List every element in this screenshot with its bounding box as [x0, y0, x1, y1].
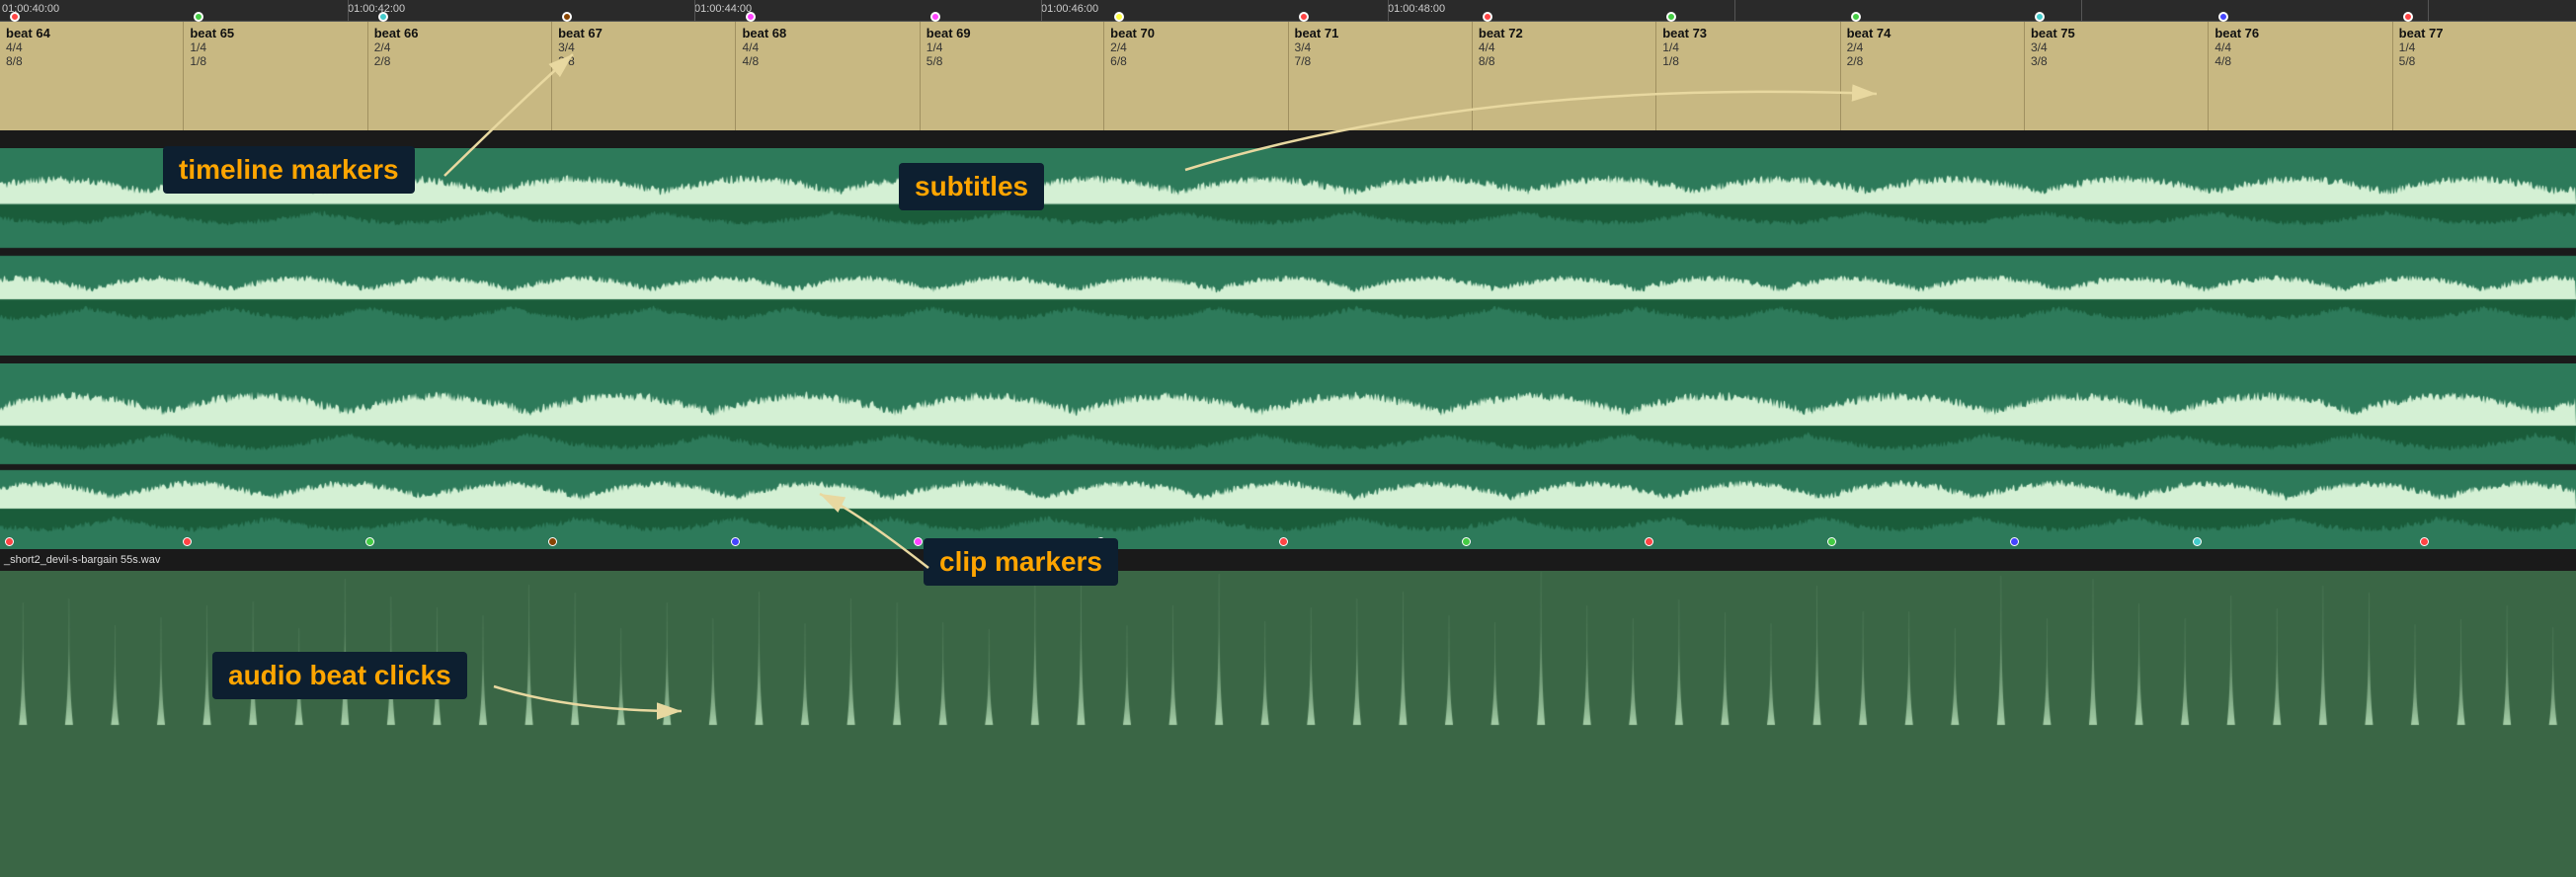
marker-dot — [1483, 12, 1492, 22]
clip-marker-dot-1 — [5, 537, 14, 546]
beat-f1: 1/4 — [2399, 40, 2570, 54]
marker-dot — [2403, 12, 2413, 22]
beat-cell-70: beat 70 2/4 6/8 — [1104, 22, 1288, 130]
beat-f2: 5/8 — [2399, 54, 2570, 68]
beat-f2: 5/8 — [926, 54, 1097, 68]
beat-cell-72: beat 72 4/4 8/8 — [1473, 22, 1656, 130]
annotation-timeline-markers: timeline markers — [163, 146, 415, 194]
beat-label: beat 69 — [926, 26, 1097, 40]
beat-cell-66: beat 66 2/4 2/8 — [368, 22, 552, 130]
waveform-separator — [0, 356, 2576, 363]
beat-label: beat 66 — [374, 26, 545, 40]
beat-label: beat 64 — [6, 26, 177, 40]
annotation-timeline-markers-text: timeline markers — [179, 154, 399, 185]
beat-label: beat 72 — [1479, 26, 1650, 40]
annotation-clip-markers: clip markers — [924, 538, 1118, 586]
beat-f2: 4/8 — [2214, 54, 2385, 68]
ruler-tick-2: 01:00:42:00 — [348, 3, 405, 15]
beat-f1: 3/4 — [2031, 40, 2202, 54]
beat-f2: 4/8 — [742, 54, 913, 68]
beat-f1: 4/4 — [2214, 40, 2385, 54]
beat-f1: 2/4 — [1110, 40, 1281, 54]
beat-f1: 1/4 — [1662, 40, 1833, 54]
beat-f1: 4/4 — [6, 40, 177, 54]
beat-f1: 3/4 — [558, 40, 729, 54]
clip-marker-dot-9 — [1279, 537, 1288, 546]
beat-label: beat 73 — [1662, 26, 1833, 40]
beat-f2: 3/8 — [2031, 54, 2202, 68]
annotation-audio-beat-clicks: audio beat clicks — [212, 652, 467, 699]
beat-label: beat 67 — [558, 26, 729, 40]
clip-marker-dot-4 — [548, 537, 557, 546]
marker-dot — [2035, 12, 2045, 22]
marker-dot — [10, 12, 20, 22]
clip-marker-dot-15 — [2420, 537, 2429, 546]
beat-label: beat 71 — [1295, 26, 1466, 40]
marker-dot — [930, 12, 940, 22]
clip-marker-dot-10 — [1462, 537, 1471, 546]
beat-cell-68: beat 68 4/4 4/8 — [736, 22, 920, 130]
beat-f1: 2/4 — [374, 40, 545, 54]
marker-dot — [1851, 12, 1861, 22]
beat-cell-76: beat 76 4/4 4/8 — [2209, 22, 2392, 130]
clip-marker-dot-13 — [2010, 537, 2019, 546]
clip-marker-dot-14 — [2193, 537, 2202, 546]
beat-label: beat 65 — [190, 26, 361, 40]
beat-cell-75: beat 75 3/4 3/8 — [2025, 22, 2209, 130]
annotation-audio-beat-clicks-text: audio beat clicks — [228, 660, 451, 690]
beat-f2: 1/8 — [1662, 54, 1833, 68]
beat-f2: 7/8 — [1295, 54, 1466, 68]
clip-marker-dot-12 — [1827, 537, 1836, 546]
beat-label: beat 77 — [2399, 26, 2570, 40]
beat-label: beat 68 — [742, 26, 913, 40]
beat-cell-74: beat 74 2/4 2/8 — [1841, 22, 2025, 130]
beat-f1: 4/4 — [1479, 40, 1650, 54]
beat-markers-row: beat 64 4/4 8/8 beat 65 1/4 1/8 beat 66 … — [0, 22, 2576, 130]
clip-markers-strip: _short2_devil-s-bargain 55s.wav — [0, 549, 2576, 571]
beat-f1: 3/4 — [1295, 40, 1466, 54]
beat-f2: 6/8 — [1110, 54, 1281, 68]
beat-f2: 8/8 — [1479, 54, 1650, 68]
marker-dot — [1299, 12, 1309, 22]
marker-dot — [378, 12, 388, 22]
ruler-tick-4: 01:00:46:00 — [1041, 3, 1098, 15]
clip-filename: _short2_devil-s-bargain 55s.wav — [0, 554, 160, 566]
beat-cell-73: beat 73 1/4 1/8 — [1656, 22, 1840, 130]
ruler-tick-3: 01:00:44:00 — [694, 3, 752, 15]
beat-cell-71: beat 71 3/4 7/8 — [1289, 22, 1473, 130]
clip-waveform: _short2_devil-s-bargain 55s.wav — [0, 363, 2576, 571]
beat-f2: 1/8 — [190, 54, 361, 68]
beat-f1: 1/4 — [190, 40, 361, 54]
beat-f2: 2/8 — [374, 54, 545, 68]
beat-clicks-waveform — [0, 571, 2576, 877]
annotation-subtitles: subtitles — [899, 163, 1044, 210]
ruler-tick-5: 01:00:48:00 — [1388, 3, 1445, 15]
clip-marker-dot-5 — [731, 537, 740, 546]
beat-label: beat 74 — [1847, 26, 2018, 40]
beat-cell-64: beat 64 4/4 8/8 — [0, 22, 184, 130]
annotation-clip-markers-text: clip markers — [939, 546, 1102, 577]
clip-marker-dot-3 — [365, 537, 374, 546]
beat-cell-69: beat 69 1/4 5/8 — [921, 22, 1104, 130]
annotation-subtitles-text: subtitles — [915, 171, 1028, 201]
beat-cell-65: beat 65 1/4 1/8 — [184, 22, 367, 130]
beat-label: beat 76 — [2214, 26, 2385, 40]
beat-f2: 3/8 — [558, 54, 729, 68]
clip-marker-dot-11 — [1645, 537, 1653, 546]
beat-f1: 2/4 — [1847, 40, 2018, 54]
beat-f2: 8/8 — [6, 54, 177, 68]
beat-f1: 4/4 — [742, 40, 913, 54]
beat-cell-67: beat 67 3/4 3/8 — [552, 22, 736, 130]
clip-marker-dot-2 — [183, 537, 192, 546]
beat-label: beat 75 — [2031, 26, 2202, 40]
beat-label: beat 70 — [1110, 26, 1281, 40]
clip-marker-dot-6 — [914, 537, 923, 546]
beat-f2: 2/8 — [1847, 54, 2018, 68]
beat-f1: 1/4 — [926, 40, 1097, 54]
beat-cell-77: beat 77 1/4 5/8 — [2393, 22, 2576, 130]
